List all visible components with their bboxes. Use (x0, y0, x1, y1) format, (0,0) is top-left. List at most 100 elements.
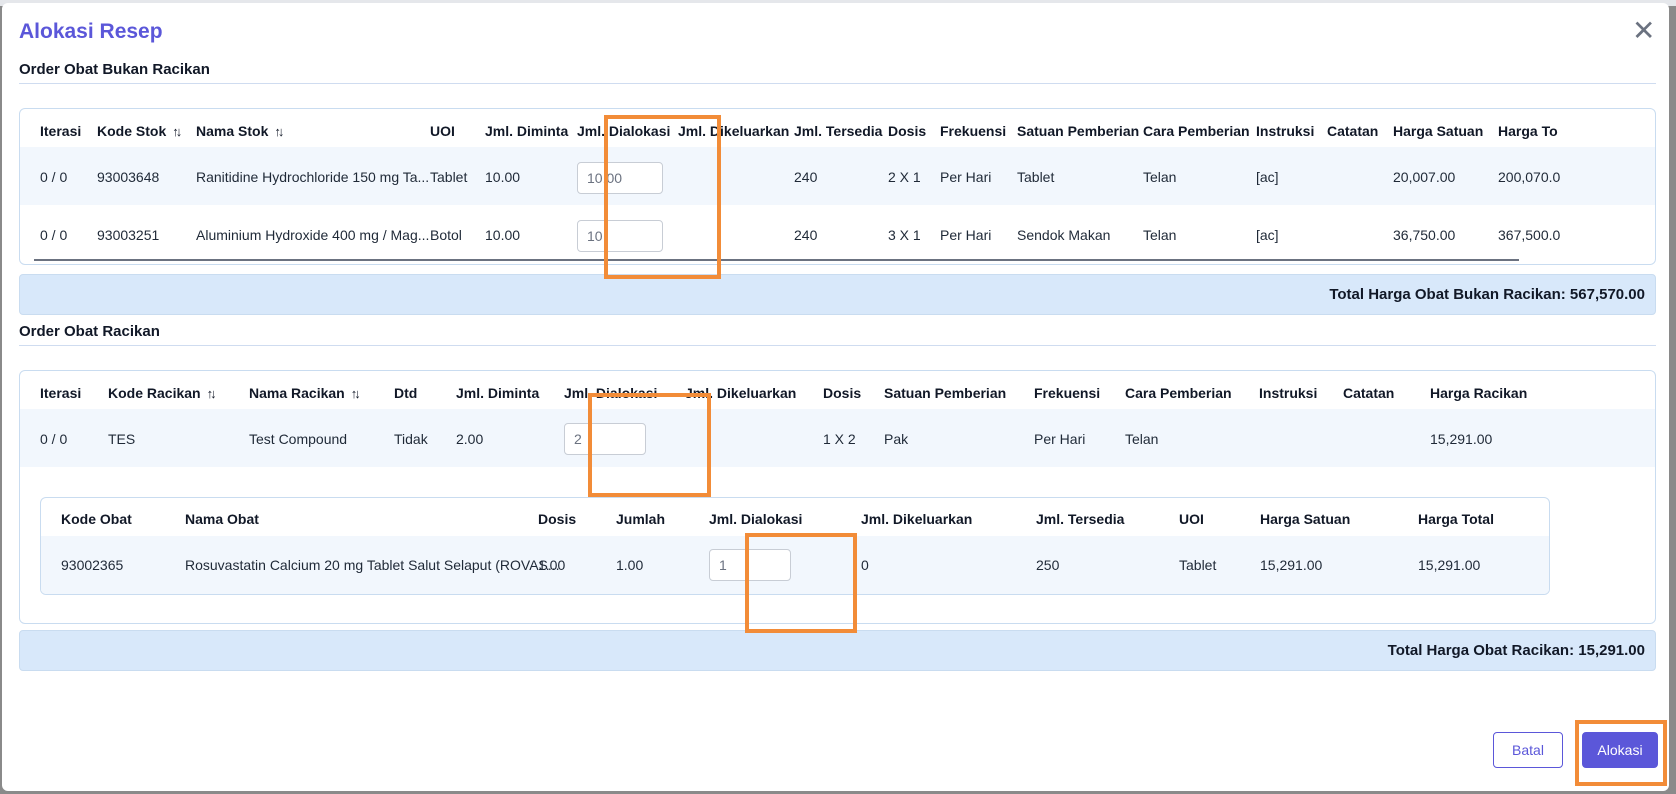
row-instruksi: [ac] (1256, 169, 1279, 185)
row-frekuensi: Per Hari (940, 227, 992, 243)
close-icon[interactable]: ✕ (1632, 17, 1655, 45)
row-dosis: 2 X 1 (888, 169, 921, 185)
row-dosis: 1 X 2 (823, 431, 856, 447)
header-catatan: Catatan (1343, 385, 1395, 401)
header-harga-total: Harga Total (1418, 511, 1494, 527)
jml-dialokasi-input[interactable] (577, 220, 663, 252)
row-cara-pemberian: Telan (1125, 431, 1159, 447)
allocation-modal: Alokasi Resep ✕ Order Obat Bukan Racikan… (2, 3, 1669, 791)
header-dosis: Dosis (888, 123, 927, 139)
header-jumlah: Jumlah (616, 511, 666, 527)
header-jml-diminta: Jml. Diminta (485, 123, 569, 139)
header-uoi: UOI (1179, 511, 1204, 527)
row-iterasi: 0 / 0 (40, 169, 68, 185)
header-iterasi: Iterasi (40, 123, 82, 139)
header-cara-pemberian: Cara Pemberian (1143, 123, 1250, 139)
jml-dialokasi-input[interactable] (564, 423, 646, 455)
row-nama-obat: Rosuvastatin Calcium 20 mg Tablet Salut … (185, 557, 560, 573)
header-jml-dialokasi: Jml. Dialokasi (577, 123, 671, 139)
sort-icon[interactable]: ↑↓ (207, 386, 217, 401)
header-harga-racikan: Harga Racikan (1430, 385, 1528, 401)
header-instruksi: Instruksi (1259, 385, 1318, 401)
row-nama-racikan: Test Compound (249, 431, 348, 447)
header-iterasi: Iterasi (40, 385, 82, 401)
row-harga-racikan: 15,291.00 (1430, 431, 1493, 447)
row-jml-diminta: 10.00 (485, 227, 521, 243)
row-instruksi: [ac] (1256, 227, 1279, 243)
section-title-compound: Order Obat Racikan (19, 323, 160, 340)
jml-dialokasi-input[interactable] (577, 162, 663, 194)
header-jml-dikeluarkan: Jml. Dikeluarkan (861, 511, 973, 527)
row-kode-obat: 93002365 (61, 557, 124, 573)
header-jml-tersedia: Jml. Tersedia (1036, 511, 1125, 527)
cancel-button[interactable]: Batal (1493, 732, 1563, 768)
row-satuan-pemberian: Tablet (1017, 169, 1055, 185)
modal-title: Alokasi Resep (19, 20, 163, 43)
row-dtd: Tidak (394, 431, 428, 447)
header-satuan-pemberian: Satuan Pemberian (1017, 123, 1140, 139)
header-dtd: Dtd (394, 385, 418, 401)
row-harga-satuan: 20,007.00 (1393, 169, 1456, 185)
row-satuan-pemberian: Sendok Makan (1017, 227, 1111, 243)
row-frekuensi: Per Hari (940, 169, 992, 185)
total-non-compound: Total Harga Obat Bukan Racikan: 567,570.… (19, 274, 1656, 315)
row-jml-diminta: 10.00 (485, 169, 521, 185)
header-frekuensi: Frekuensi (1034, 385, 1101, 401)
header-catatan: Catatan (1327, 123, 1379, 139)
header-uoi: UOI (430, 123, 455, 139)
row-harga-total: 15,291.00 (1418, 557, 1481, 573)
row-frekuensi: Per Hari (1034, 431, 1086, 447)
header-satuan-pemberian: Satuan Pemberian (884, 385, 1007, 401)
horizontal-scrollbar[interactable] (34, 259, 1519, 261)
section-divider (19, 345, 1656, 346)
section-divider (19, 83, 1656, 84)
jml-dialokasi-input[interactable] (709, 549, 791, 581)
compound-table: Iterasi Kode Racikan ↑↓ Nama Racikan ↑↓ Dt… (19, 370, 1656, 624)
row-kode-racikan: TES (108, 431, 136, 447)
row-jumlah: 1.00 (616, 557, 644, 573)
header-jml-tersedia: Jml. Tersedia (794, 123, 883, 139)
row-nama-stok: Ranitidine Hydrochloride 150 mg Ta... (196, 169, 430, 185)
row-harga-satuan: 15,291.00 (1260, 557, 1323, 573)
header-cara-pemberian: Cara Pemberian (1125, 385, 1232, 401)
header-harga-satuan: Harga Satuan (1260, 511, 1351, 527)
header-frekuensi: Frekuensi (940, 123, 1007, 139)
non-compound-table: Iterasi Kode Stok ↑↓ Nama Stok ↑↓ UOI Jml.… (19, 108, 1656, 265)
row-uoi: Botol (430, 227, 462, 243)
header-jml-dikeluarkan: Jml. Dikeluarkan (685, 385, 797, 401)
row-kode-stok: 93003251 (97, 227, 160, 243)
row-jml-tersedia: 250 (1036, 557, 1060, 573)
row-harga-satuan: 36,750.00 (1393, 227, 1456, 243)
header-jml-dikeluarkan: Jml. Dikeluarkan (678, 123, 790, 139)
row-jml-tersedia: 240 (794, 169, 818, 185)
header-kode-racikan[interactable]: Kode Racikan ↑↓ (108, 385, 217, 401)
section-title-non-compound: Order Obat Bukan Racikan (19, 61, 210, 78)
total-compound: Total Harga Obat Racikan: 15,291.00 (19, 630, 1656, 671)
header-jml-dialokasi: Jml. Dialokasi (709, 511, 803, 527)
row-cara-pemberian: Telan (1143, 169, 1177, 185)
header-jml-dialokasi: Jml. Dialokasi (564, 385, 658, 401)
row-dosis: 3 X 1 (888, 227, 921, 243)
row-iterasi: 0 / 0 (40, 431, 68, 447)
header-harga-total: Harga To (1498, 123, 1558, 139)
allocate-button[interactable]: Alokasi (1582, 732, 1658, 768)
compound-detail-table: Kode Obat Nama Obat Dosis Jumlah Jml. Di… (40, 497, 1550, 595)
header-kode-stok[interactable]: Kode Stok ↑↓ (97, 123, 182, 139)
row-jml-tersedia: 240 (794, 227, 818, 243)
header-dosis: Dosis (823, 385, 862, 401)
header-nama-obat: Nama Obat (185, 511, 259, 527)
row-uoi: Tablet (1179, 557, 1217, 573)
sort-icon[interactable]: ↑↓ (274, 124, 284, 139)
header-dosis: Dosis (538, 511, 577, 527)
row-dosis: 1.00 (538, 557, 566, 573)
row-harga-total: 200,070.0 (1498, 169, 1561, 185)
row-cara-pemberian: Telan (1143, 227, 1177, 243)
sort-icon[interactable]: ↑↓ (172, 124, 182, 139)
header-nama-racikan[interactable]: Nama Racikan ↑↓ (249, 385, 361, 401)
sort-icon[interactable]: ↑↓ (351, 386, 361, 401)
header-kode-obat: Kode Obat (61, 511, 132, 527)
header-nama-stok[interactable]: Nama Stok ↑↓ (196, 123, 284, 139)
header-jml-diminta: Jml. Diminta (456, 385, 540, 401)
row-jml-dikeluarkan: 0 (861, 557, 869, 573)
row-jml-diminta: 2.00 (456, 431, 484, 447)
